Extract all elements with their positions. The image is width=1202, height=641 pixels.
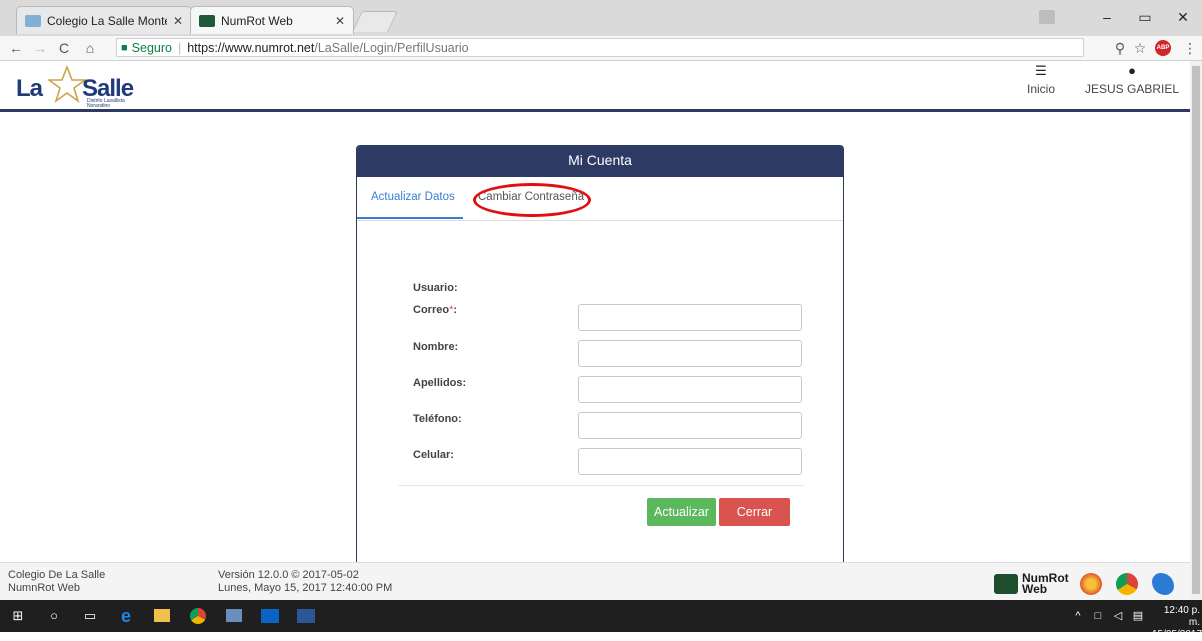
cerrar-button[interactable]: Cerrar	[719, 498, 790, 526]
footer-app: NumnRot Web	[8, 582, 80, 594]
address-bar-row: ← → C ⌂ ■ Seguro | https://www.numrot.ne…	[0, 36, 1202, 61]
clock-date: 15/05/2017	[1152, 629, 1202, 640]
bookmark-star-icon[interactable]: ☆	[1130, 36, 1150, 60]
network-app-icon[interactable]	[224, 606, 244, 626]
footer-version-block: Versión 12.0.0 © 2017-05-02 Lunes, Mayo …	[218, 569, 392, 595]
chrome-icon	[1116, 573, 1138, 595]
panel-tabs: Actualizar Datos Cambiar Contraseña	[357, 177, 843, 221]
secure-label: Seguro	[131, 40, 172, 55]
tray-notification-icon[interactable]: ▤	[1128, 606, 1148, 626]
tab-actualizar-datos[interactable]: Actualizar Datos	[371, 191, 455, 203]
list-icon: ☰	[1035, 63, 1047, 78]
profile-icon[interactable]	[1032, 6, 1062, 28]
correo-colon: :	[453, 304, 458, 316]
numrot-logo: NumRot Web	[994, 572, 1069, 596]
correo-label-text: Correo	[413, 304, 450, 316]
browser-tab-title: Colegio La Salle Monter	[47, 13, 167, 28]
user-icon: ●	[1128, 63, 1136, 78]
account-panel: Mi Cuenta Actualizar Datos Cambiar Contr…	[356, 145, 844, 565]
menu-kebab-icon[interactable]: ⋮	[1180, 36, 1200, 60]
close-tab-icon[interactable]: ✕	[173, 14, 183, 28]
url-host: https://www.numrot.net	[187, 40, 315, 55]
nav-user-label: JESUS GABRIEL	[1084, 82, 1180, 96]
outlook-icon[interactable]	[260, 606, 280, 626]
nav-inicio[interactable]: ☰ Inicio	[1024, 63, 1058, 97]
star-logo-icon	[48, 65, 86, 103]
browser-tab-colegio[interactable]: Colegio La Salle Monter ✕	[16, 6, 192, 34]
browser-tab-title: NumRot Web	[221, 13, 293, 28]
footer-date: Lunes, Mayo 15, 2017 12:40:00 PM	[218, 582, 393, 594]
adblock-icon[interactable]: ABP	[1155, 40, 1171, 56]
url-input[interactable]: ■ Seguro | https://www.numrot.net/LaSall…	[116, 38, 1084, 57]
numrot-brand-web: Web	[1022, 582, 1048, 596]
maximize-icon[interactable]: ▭	[1130, 6, 1160, 28]
la-salle-logo[interactable]: La Salle Distrito Lasallista Norandino	[12, 63, 152, 109]
nav-inicio-label: Inicio	[1026, 82, 1055, 96]
tray-chevron-icon[interactable]: ^	[1068, 606, 1088, 626]
telefono-label: Teléfono:	[413, 413, 462, 425]
correo-input[interactable]	[578, 304, 802, 331]
windows-start-icon[interactable]: ⊞	[8, 606, 28, 626]
extension-pin-icon[interactable]: ⚲	[1110, 36, 1130, 60]
back-icon[interactable]: ←	[6, 36, 26, 60]
celular-input[interactable]	[578, 448, 802, 475]
firefox-icon	[1080, 573, 1102, 595]
url-separator: |	[177, 40, 182, 55]
nav-user[interactable]: ● JESUS GABRIEL	[1082, 63, 1182, 97]
reload-icon[interactable]: C	[54, 36, 74, 60]
form-divider	[398, 485, 804, 486]
browser-tab-bar: Colegio La Salle Monter ✕ NumRot Web ✕ –…	[0, 0, 1202, 36]
panel-title: Mi Cuenta	[357, 146, 843, 177]
forward-icon[interactable]: →	[30, 36, 50, 60]
tray-network-icon[interactable]: □	[1088, 606, 1108, 626]
lock-icon: ■	[121, 41, 128, 54]
footer-org: Colegio De La Salle	[8, 569, 106, 581]
footer-version: Versión 12.0.0 © 2017-05-02	[218, 569, 359, 581]
colegio-favicon-icon	[25, 14, 41, 27]
close-tab-icon[interactable]: ✕	[335, 14, 345, 28]
page-footer: Colegio De La Salle NumnRot Web Versión …	[0, 562, 1190, 601]
telefono-input[interactable]	[578, 412, 802, 439]
highlight-circle	[473, 183, 591, 217]
scrollbar-thumb[interactable]	[1192, 66, 1200, 594]
window-close-icon[interactable]: ✕	[1168, 6, 1198, 28]
numrot-logo-icon	[994, 574, 1018, 594]
ie-icon	[1152, 573, 1174, 595]
clock-time: 12:40 p. m.	[1163, 605, 1200, 628]
actualizar-button[interactable]: Actualizar	[647, 498, 716, 526]
word-icon[interactable]	[296, 606, 316, 626]
active-tab-underline	[357, 217, 463, 219]
chrome-taskbar-icon[interactable]	[188, 606, 208, 626]
footer-org-block: Colegio De La Salle NumnRot Web	[8, 569, 105, 595]
apellidos-input[interactable]	[578, 376, 802, 403]
numrot-favicon-icon	[199, 14, 215, 27]
apellidos-label: Apellidos:	[413, 377, 467, 389]
file-explorer-icon[interactable]	[152, 606, 172, 626]
edge-icon[interactable]: e	[116, 606, 136, 626]
minimize-icon[interactable]: –	[1092, 6, 1122, 28]
nombre-label: Nombre:	[413, 341, 459, 353]
home-icon[interactable]: ⌂	[80, 36, 100, 60]
logo-la-text: La	[16, 75, 43, 102]
browser-tab-numrot[interactable]: NumRot Web ✕	[190, 6, 354, 34]
tray-clock[interactable]: 12:40 p. m. 15/05/2017	[1152, 605, 1202, 641]
task-view-icon[interactable]: ▭	[80, 606, 100, 626]
celular-label: Celular:	[413, 449, 454, 461]
new-tab-button[interactable]	[352, 11, 398, 32]
url-path: /LaSalle/Login/PerfilUsuario	[314, 40, 469, 55]
search-icon[interactable]: ○	[44, 606, 64, 626]
tray-volume-icon[interactable]: ◁	[1108, 606, 1128, 626]
site-header: La Salle Distrito Lasallista Norandino ☰…	[0, 61, 1202, 112]
correo-label: Correo*:	[413, 304, 457, 316]
usuario-label: Usuario:	[413, 282, 458, 294]
windows-taskbar: ⊞ ○ ▭ e ^ □ ◁ ▤ 12:40 p. m. 15/05/2017	[0, 600, 1202, 640]
nombre-input[interactable]	[578, 340, 802, 367]
logo-subtitle-2: Norandino	[87, 103, 111, 109]
